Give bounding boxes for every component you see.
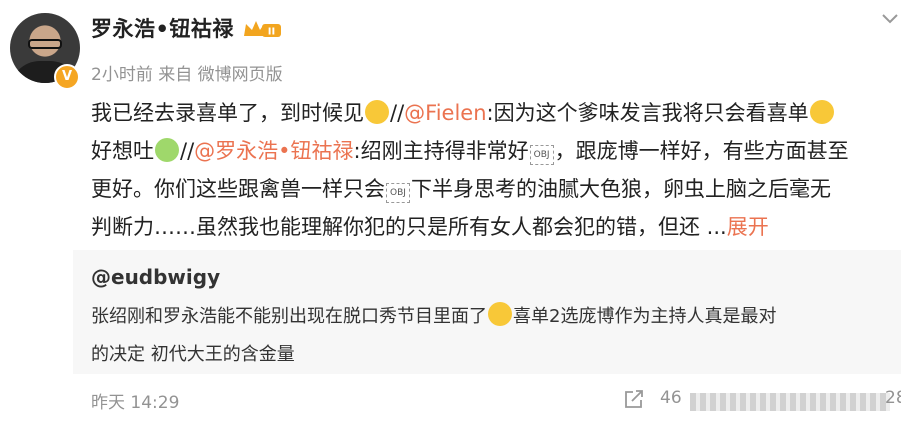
mention-link[interactable]: @Fielen (404, 101, 486, 125)
post-meta: 2小时前 来自 微博网页版 (91, 60, 283, 85)
sweat-emoji-icon (488, 302, 512, 326)
repost-text-line-2: 的决定 初代大王的含金量 (91, 344, 295, 365)
chevron-down-icon[interactable] (880, 8, 900, 28)
object-placeholder-icon: OBJ (529, 145, 554, 165)
comment-count[interactable]: 28 (885, 388, 901, 408)
post-text-line-4: 判断力……虽然我也能理解你犯的只是所有女人都会犯的错，但还 ...展开 (91, 215, 769, 239)
crown-badge-icon[interactable]: II (242, 18, 282, 40)
tongue-emoji-icon (365, 100, 389, 124)
post-text-line-1: 我已经去录喜单了，到时候见//@Fielen:因为这个爹味发言我将只会看喜单 (91, 97, 901, 127)
crown-badge-label: II (268, 27, 275, 38)
expand-link[interactable]: 展开 (727, 215, 769, 239)
verified-icon: V (54, 64, 80, 90)
post-username[interactable]: 罗永浩•钮祜禄 (91, 13, 234, 43)
share-icon[interactable] (623, 388, 645, 410)
post-text-line-2: 好想吐//@罗永浩•钮祜禄:绍刚主持得非常好 OBJ ，跟庞博一样好，有些方面甚至 (91, 138, 849, 165)
grin-emoji-icon (809, 100, 834, 124)
post-time[interactable]: 2小时前 (91, 65, 153, 85)
repost-text-line-1: 张绍刚和罗永浩能不能别出现在脱口秀节目里面了 喜单2选庞博作为主持人真是最对 (91, 302, 899, 328)
share-count[interactable]: 46 (660, 388, 682, 408)
vomit-emoji-icon (155, 138, 179, 162)
repost-username[interactable]: @eudbwigy (91, 265, 220, 289)
mention-link[interactable]: @罗永浩•钮祜禄 (194, 139, 353, 163)
object-placeholder-icon: OBJ (386, 183, 410, 203)
footer-time[interactable]: 昨天 14:29 (91, 388, 179, 413)
post-text-line-3: 更好。你们这些跟禽兽一样只会 OBJ 下半身思考的油腻大色狼，卵虫上脑之后毫无 (91, 177, 831, 203)
post-source: 来自 微博网页版 (158, 65, 283, 85)
blurred-region (690, 393, 890, 411)
